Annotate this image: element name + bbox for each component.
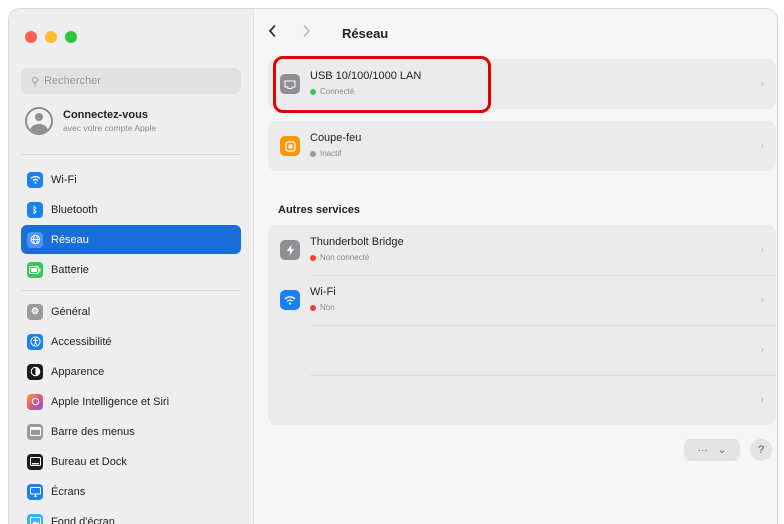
chevron-right-icon: › (760, 78, 764, 90)
other-services-heading: Autres services (278, 204, 360, 216)
service-name: Coupe-feu (310, 132, 361, 144)
sidebar-item-label: Bluetooth (51, 204, 97, 216)
chevron-down-icon: ⌄ (718, 445, 726, 456)
forward-button[interactable] (302, 24, 311, 43)
chevron-right-icon: › (760, 244, 764, 256)
battery-icon (27, 262, 43, 278)
search-placeholder: Rechercher (44, 75, 101, 87)
sidebar-item-label: Wi-Fi (51, 174, 77, 186)
minimize-window-button[interactable] (45, 31, 57, 43)
sidebar-item-label: Général (51, 306, 90, 318)
sidebar-item-label: Apparence (51, 366, 104, 378)
account-subtitle: avec votre compte Apple (63, 123, 156, 133)
sidebar-item-displays[interactable]: Écrans (21, 477, 241, 506)
sidebar-item-wifi[interactable]: Wi-Fi (21, 165, 241, 194)
sidebar-divider (21, 154, 241, 155)
sidebar-item-desktop-dock[interactable]: Bureau et Dock (21, 447, 241, 476)
other-services-card: Thunderbolt Bridge Non connecté › Wi-Fi … (268, 225, 776, 425)
service-row-wifi[interactable]: Wi-Fi Non › (268, 275, 776, 325)
thunderbolt-icon (280, 240, 300, 260)
page-title: Réseau (342, 26, 388, 41)
accessibility-icon (27, 334, 43, 350)
sidebar-item-accessibility[interactable]: Accessibilité (21, 327, 241, 356)
chevron-right-icon: › (760, 344, 764, 356)
sidebar-item-appearance[interactable]: Apparence (21, 357, 241, 386)
service-name: Thunderbolt Bridge (310, 236, 404, 248)
sidebar-item-network[interactable]: Réseau (21, 225, 241, 254)
main-content: Réseau USB 10/100/1000 LAN Connecté › (254, 9, 777, 524)
status-dot-red (310, 255, 316, 261)
help-icon: ? (758, 444, 764, 456)
wifi-icon (27, 172, 43, 188)
sidebar-item-label: Écrans (51, 486, 85, 498)
sidebar-item-menu-bar[interactable]: Barre des menus (21, 417, 241, 446)
wallpaper-icon (27, 514, 43, 524)
apple-account-signin[interactable]: Connectez-vous avec votre compte Apple (25, 107, 156, 135)
service-row-empty[interactable]: › (268, 325, 776, 375)
back-button[interactable] (268, 24, 277, 43)
service-row-empty[interactable]: › (268, 375, 776, 425)
service-status: Non (310, 303, 335, 312)
appearance-icon (27, 364, 43, 380)
menubar-icon (27, 424, 43, 440)
sidebar-item-general[interactable]: ⚙ Général (21, 297, 241, 326)
status-dot-red (310, 305, 316, 311)
settings-window: ⚲ Rechercher Connectez-vous avec votre c… (8, 8, 778, 524)
sidebar-item-apple-intelligence-siri[interactable]: Apple Intelligence et Siri (21, 387, 241, 416)
help-button[interactable]: ? (750, 439, 772, 461)
display-icon (27, 484, 43, 500)
chevron-right-icon: › (760, 394, 764, 406)
service-status-text: Inactif (320, 149, 341, 158)
ellipsis-icon: ··· (698, 445, 708, 456)
zoom-window-button[interactable] (65, 31, 77, 43)
siri-icon (27, 394, 43, 410)
globe-icon (27, 232, 43, 248)
highlight-annotation (273, 56, 491, 113)
gear-icon: ⚙ (27, 304, 43, 320)
search-field[interactable]: ⚲ Rechercher (21, 68, 241, 94)
chevron-right-icon (302, 24, 311, 38)
firewall-icon (280, 136, 300, 156)
sidebar-item-wallpaper[interactable]: Fond d'écran (21, 507, 241, 524)
bluetooth-icon: ᛒ (27, 202, 43, 218)
sidebar-item-label: Bureau et Dock (51, 456, 127, 468)
service-row-thunderbolt-bridge[interactable]: Thunderbolt Bridge Non connecté › (268, 225, 776, 275)
toolbar: Réseau (254, 9, 777, 55)
dock-icon (27, 454, 43, 470)
sidebar-item-label: Apple Intelligence et Siri (51, 396, 169, 408)
sidebar: ⚲ Rechercher Connectez-vous avec votre c… (9, 9, 254, 524)
sidebar-item-label: Réseau (51, 234, 89, 246)
sidebar-divider (21, 290, 241, 291)
chevron-right-icon: › (760, 294, 764, 306)
sidebar-item-bluetooth[interactable]: ᛒ Bluetooth (21, 195, 241, 224)
sidebar-item-label: Barre des menus (51, 426, 135, 438)
chevron-right-icon: › (760, 140, 764, 152)
search-icon: ⚲ (31, 75, 39, 88)
sidebar-item-battery[interactable]: Batterie (21, 255, 241, 284)
close-window-button[interactable] (25, 31, 37, 43)
more-actions-menu[interactable]: ··· ⌄ (684, 439, 740, 461)
service-status-text: Non connecté (320, 253, 369, 262)
service-status: Non connecté (310, 253, 369, 262)
service-row-firewall[interactable]: Coupe-feu Inactif › (268, 121, 776, 171)
wifi-icon (280, 290, 300, 310)
chevron-left-icon (268, 24, 277, 38)
sidebar-item-label: Accessibilité (51, 336, 112, 348)
window-controls (25, 31, 77, 43)
service-status-text: Non (320, 303, 335, 312)
service-name: Wi-Fi (310, 286, 336, 298)
account-title: Connectez-vous (63, 109, 156, 121)
service-card: Coupe-feu Inactif › (268, 121, 776, 171)
avatar-icon (25, 107, 53, 135)
service-status: Inactif (310, 149, 341, 158)
sidebar-item-label: Batterie (51, 264, 89, 276)
status-dot-gray (310, 151, 316, 157)
